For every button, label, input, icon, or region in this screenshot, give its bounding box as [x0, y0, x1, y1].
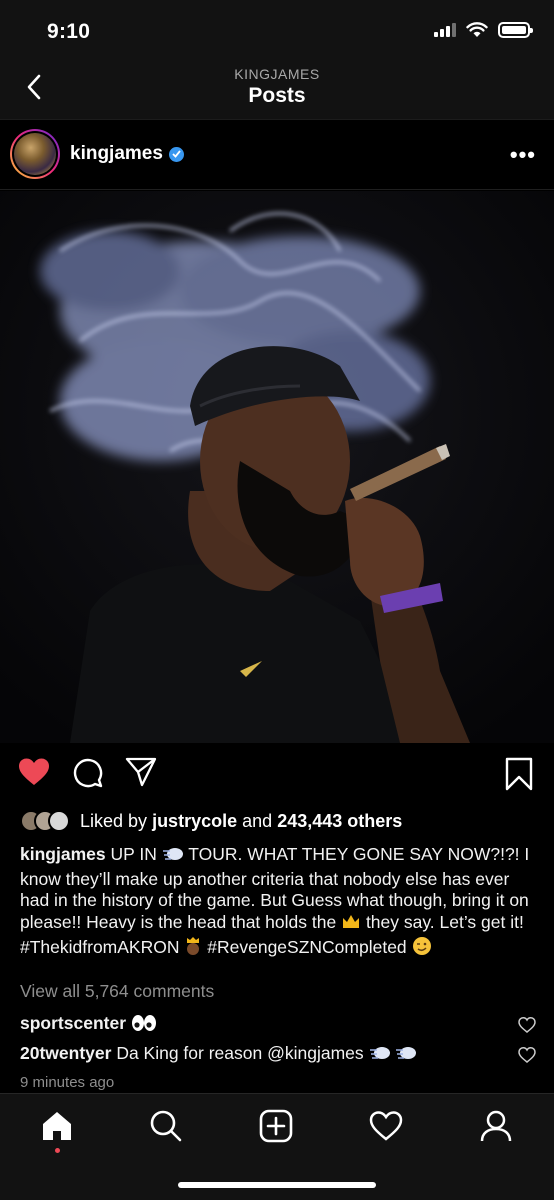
dash-emoji-icon: [395, 1044, 417, 1067]
tab-home[interactable]: [39, 1108, 75, 1144]
home-active-dot: [55, 1148, 60, 1153]
comment-username[interactable]: 20twentyer: [20, 1043, 111, 1063]
post-username[interactable]: kingjames: [70, 143, 184, 165]
caption-text-1: UP IN: [110, 844, 157, 864]
likes-others[interactable]: 243,443 others: [277, 811, 402, 831]
post-caption: kingjames UP IN TOUR. WHAT THEY GONE SAY…: [20, 844, 540, 962]
post-timestamp: 9 minutes ago: [20, 1074, 115, 1091]
save-button[interactable]: [504, 757, 534, 791]
page-title: Posts: [248, 84, 306, 107]
likes-prefix: Liked by: [80, 810, 148, 831]
dash-emoji-icon: [369, 1044, 391, 1067]
hashtag-thekidfromakron[interactable]: #ThekidfromAKRON: [20, 937, 180, 957]
battery-icon: [498, 22, 533, 38]
status-icons: [434, 22, 533, 38]
status-bar: 9:10: [0, 0, 554, 56]
more-options-icon[interactable]: •••: [510, 142, 536, 168]
tab-activity[interactable]: [368, 1108, 404, 1144]
share-button[interactable]: [125, 757, 157, 787]
crown-emoji-icon: [341, 913, 361, 937]
verified-badge-icon: [168, 146, 184, 162]
likes-user[interactable]: justrycole: [152, 811, 237, 831]
winking-face-emoji-icon: [412, 936, 432, 962]
tab-search[interactable]: [148, 1108, 184, 1144]
comment-icon: [73, 758, 103, 788]
nav-subtitle: KINGJAMES: [234, 66, 320, 82]
profile-icon: [480, 1110, 512, 1142]
heart-filled-icon: [19, 758, 49, 785]
wifi-icon: [466, 22, 488, 37]
view-all-comments-link[interactable]: View all 5,764 comments: [20, 981, 214, 1002]
comment-row: sportscenter: [20, 1013, 520, 1037]
comment-username[interactable]: sportscenter: [20, 1013, 126, 1033]
avatar[interactable]: [10, 129, 60, 179]
eyes-emoji-icon: [131, 1014, 157, 1037]
caption-username[interactable]: kingjames: [20, 844, 106, 864]
bookmark-icon: [505, 757, 533, 791]
post-actions: [0, 745, 554, 801]
post-image-art: [0, 191, 554, 743]
tab-new-post[interactable]: [258, 1108, 294, 1144]
tab-profile[interactable]: [478, 1108, 514, 1144]
heart-outline-icon: [369, 1111, 403, 1141]
comment-like-icon[interactable]: [518, 1046, 536, 1064]
add-post-icon: [259, 1109, 293, 1143]
likes-summary[interactable]: Liked by justrycole and 243,443 others: [20, 808, 402, 834]
status-time: 9:10: [47, 20, 91, 43]
caption-text-3: they say. Let’s get it!: [365, 911, 524, 932]
likes-middle: and: [242, 810, 273, 831]
post-header: kingjames •••: [0, 120, 554, 190]
send-icon: [125, 757, 157, 787]
comment-button[interactable]: [72, 757, 104, 789]
signal-icon: [434, 23, 456, 37]
nav-header: KINGJAMES Posts: [0, 56, 554, 120]
comment-row: 20twentyer Da King for reason @kingjames: [20, 1043, 520, 1067]
dash-emoji-icon: [162, 845, 184, 869]
post-image[interactable]: [0, 191, 554, 743]
comment-text: Da King for reason @kingjames: [116, 1043, 364, 1063]
king-emoji-icon: [184, 936, 202, 962]
comment-like-icon[interactable]: [518, 1016, 536, 1034]
post-username-text[interactable]: kingjames: [70, 143, 163, 165]
like-button[interactable]: [18, 757, 50, 787]
hashtag-revengesznc[interactable]: #RevengeSZNCompleted: [207, 937, 406, 957]
liker-avatars: [20, 810, 70, 832]
search-icon: [150, 1110, 182, 1142]
home-indicator: [178, 1182, 376, 1188]
home-icon: [43, 1112, 71, 1140]
